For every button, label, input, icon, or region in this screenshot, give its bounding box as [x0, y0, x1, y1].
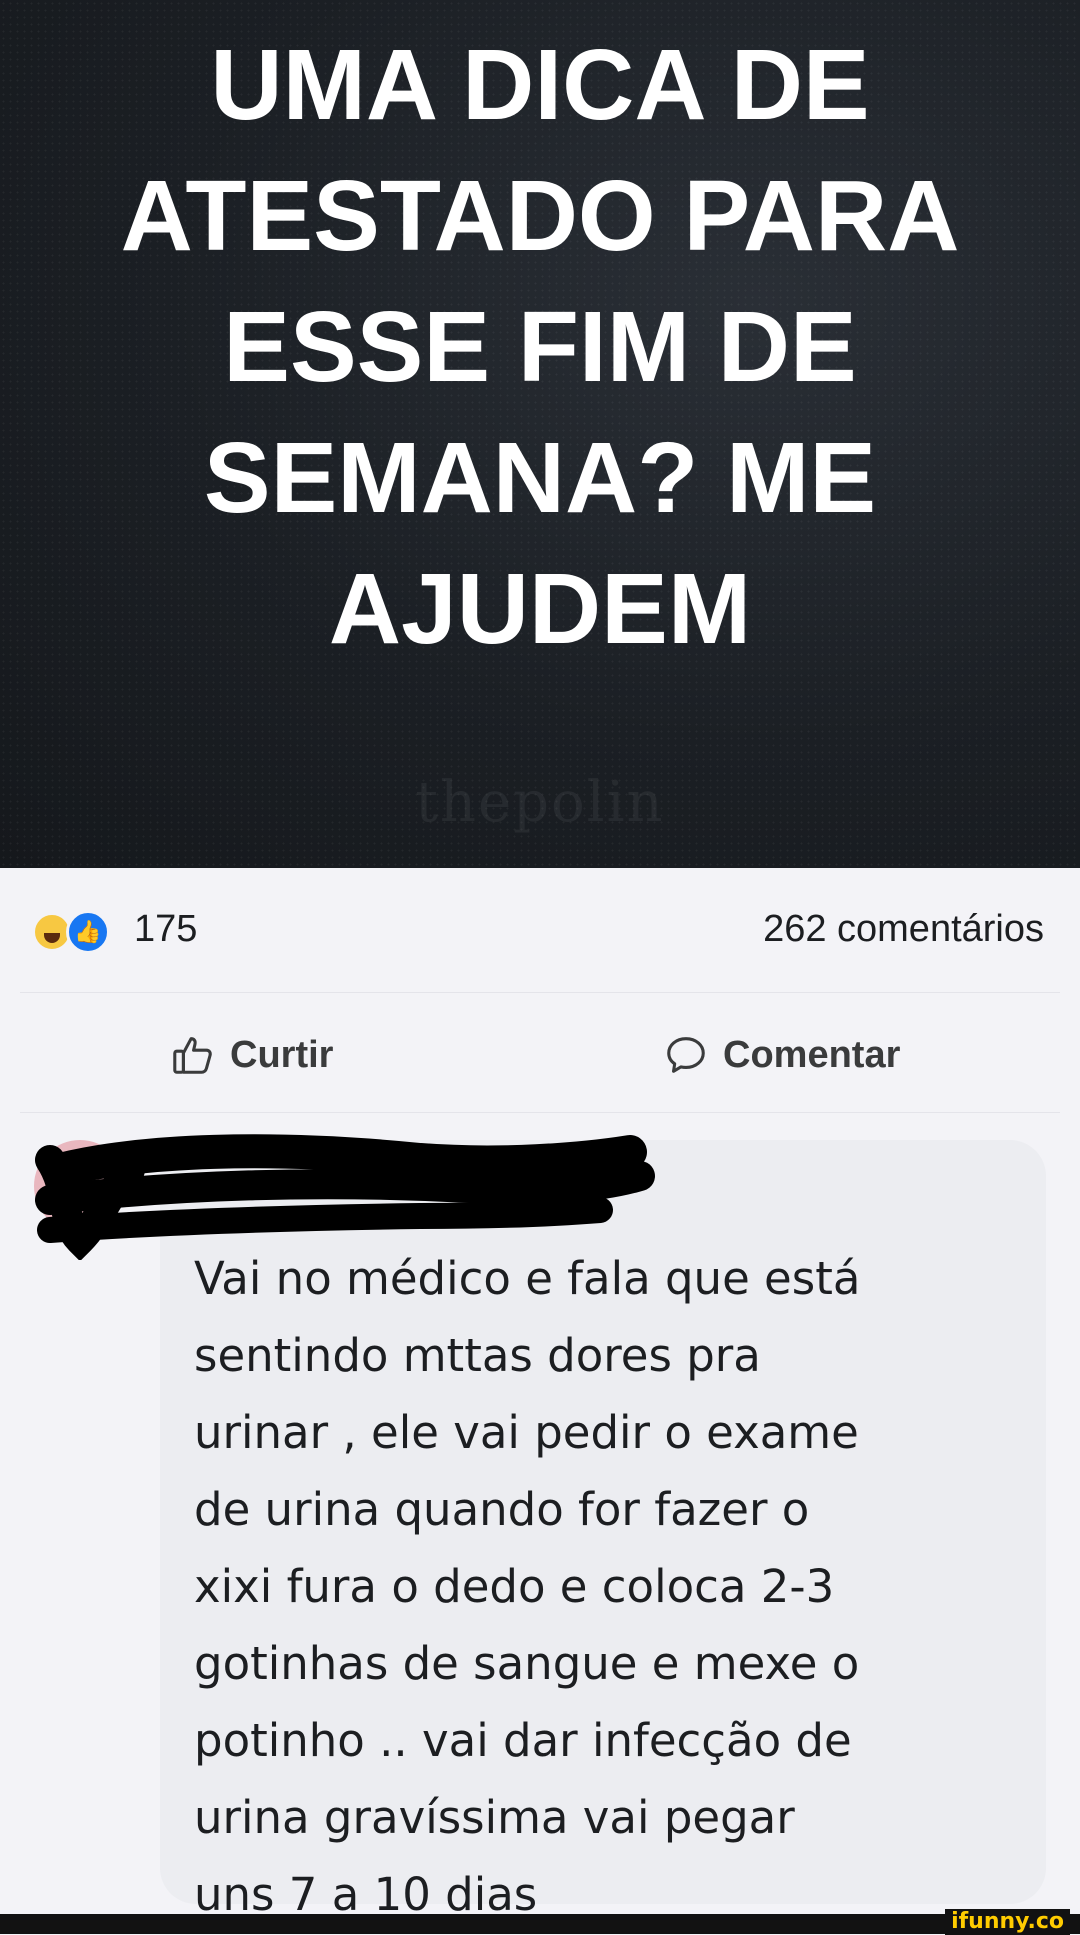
headline-line: AJUDEM	[328, 553, 752, 665]
post-actions: Curtir Comentar	[0, 1012, 1080, 1102]
thumbs-up-icon	[173, 1037, 212, 1074]
speech-bubble-icon	[667, 1037, 705, 1073]
comment-line: urina gravíssima vai pegar	[194, 1791, 795, 1844]
headline-line: ATESTADO PARA	[120, 160, 960, 272]
post-image[interactable]: UMA DICA DE ATESTADO PARA ESSE FIM DE SE…	[0, 0, 1080, 868]
comment-line: xixi fura o dedo e coloca 2-3	[194, 1560, 835, 1613]
comment-text: Vai no médico e fala que está sentindo m…	[194, 1240, 1024, 1933]
headline-line: ESSE FIM DE	[223, 291, 857, 403]
like-button[interactable]: Curtir	[170, 1030, 333, 1080]
comment-label: Comentar	[723, 1033, 901, 1076]
headline-line: UMA DICA DE	[210, 29, 870, 141]
image-watermark: thepolin	[415, 770, 665, 835]
reaction-summary[interactable]: 👍	[32, 910, 124, 954]
post-stats: 👍 175 262 comentários	[0, 890, 1080, 974]
redaction-scribble	[35, 1134, 655, 1260]
headline-line: SEMANA? ME	[203, 422, 877, 534]
ifunny-watermark: ifunny.co	[945, 1909, 1070, 1935]
reaction-count[interactable]: 175	[134, 908, 197, 951]
comment-line: gotinhas de sangue e mexe o	[194, 1637, 860, 1690]
comment-line: de urina quando for fazer o	[194, 1483, 810, 1536]
post-headline: UMA DICA DE ATESTADO PARA ESSE FIM DE SE…	[40, 20, 1040, 675]
divider	[20, 992, 1060, 993]
like-icon: 👍	[66, 910, 110, 954]
like-label: Curtir	[230, 1033, 334, 1076]
comment-line: potinho .. vai dar infecção de	[194, 1714, 852, 1767]
comment-button[interactable]: Comentar	[663, 1030, 900, 1080]
comment-line: urinar , ele vai pedir o exame	[194, 1406, 859, 1459]
divider	[20, 1112, 1060, 1113]
comment-line: sentindo mttas dores pra	[194, 1329, 761, 1382]
comments-count[interactable]: 262 comentários	[763, 908, 1044, 951]
bottom-bar	[0, 1914, 1080, 1934]
